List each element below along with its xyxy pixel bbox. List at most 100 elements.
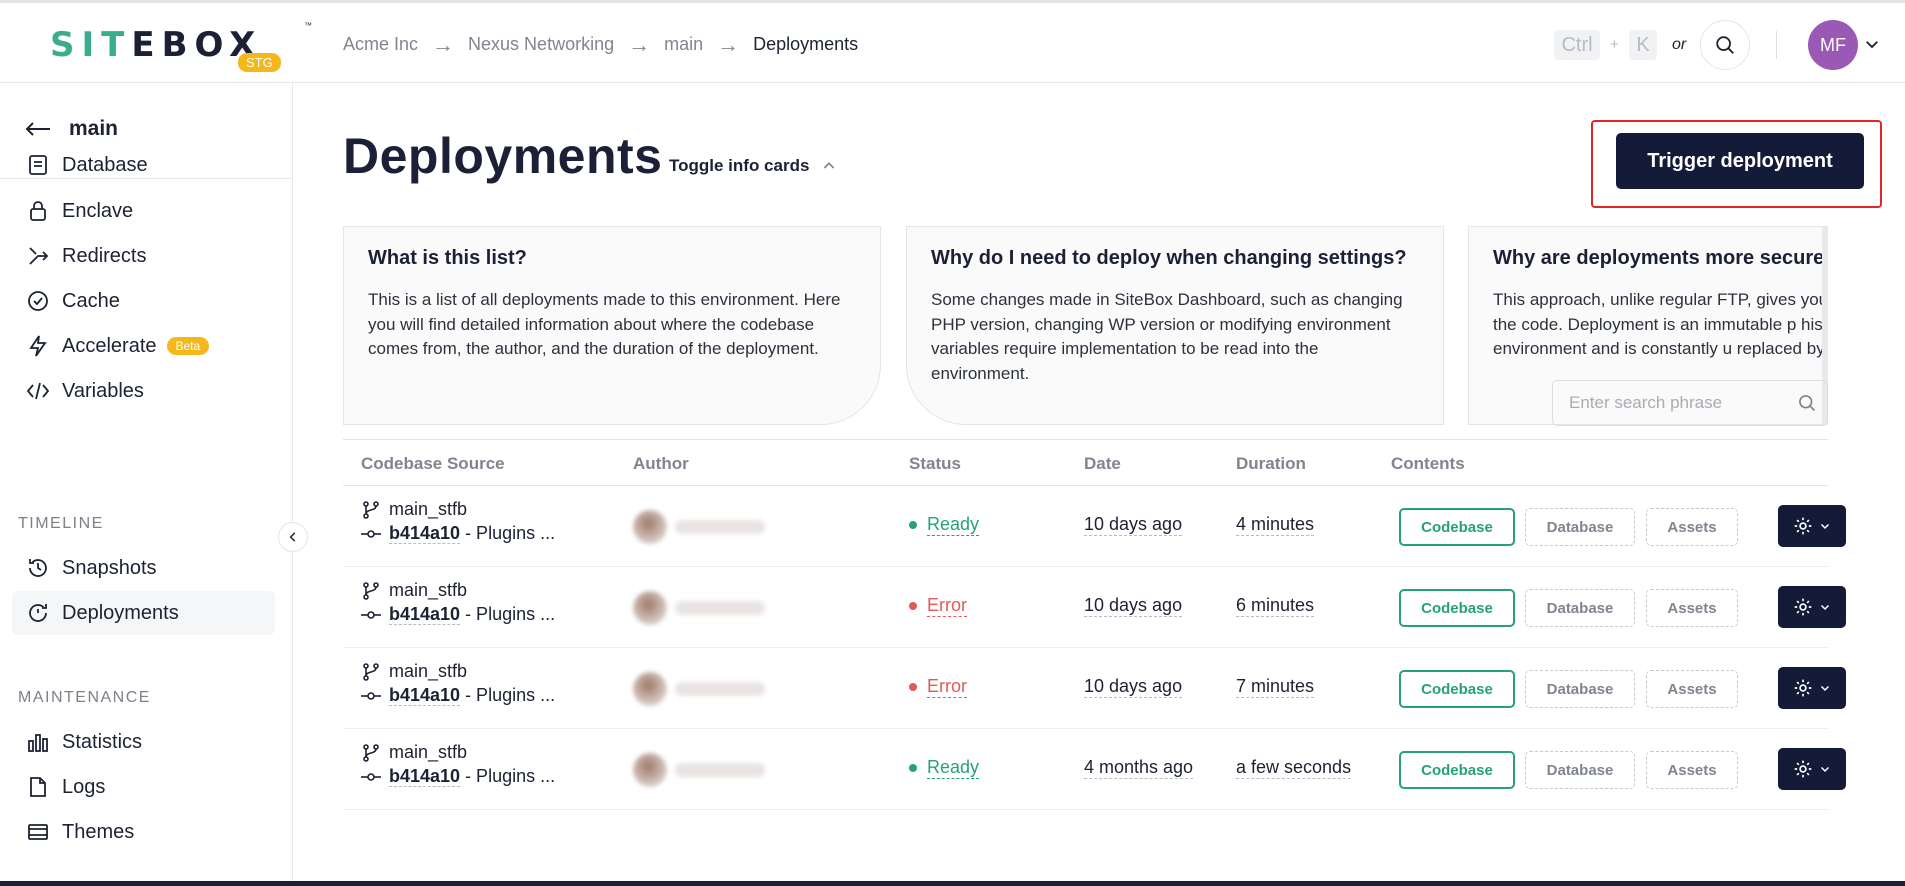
branch-name: main_stfb xyxy=(389,499,468,519)
sidebar-item-snapshots[interactable]: Snapshots xyxy=(12,546,275,590)
table-row: main_stfb b414a10 - Plugins ... Error 10… xyxy=(343,648,1846,729)
status-text: Error xyxy=(927,595,967,617)
commit-message: - Plugins ... xyxy=(460,766,556,786)
shortcut-plus: + xyxy=(1610,36,1619,53)
assets-button[interactable]: Assets xyxy=(1646,670,1738,708)
database-button[interactable]: Database xyxy=(1525,589,1635,627)
branch-name: main_stfb xyxy=(389,742,468,762)
commit-hash: b414a10 xyxy=(389,604,461,625)
sidebar-item-logs[interactable]: Logs xyxy=(12,765,275,809)
sidebar-item-label: Deployments xyxy=(62,601,179,624)
redirect-icon xyxy=(26,244,50,268)
lock-icon xyxy=(26,199,50,223)
deployments-table: Codebase Source Author Status Date Durat… xyxy=(343,439,1846,810)
info-card: Why do I need to deploy when changing se… xyxy=(906,226,1444,425)
duration: 7 minutes xyxy=(1236,676,1315,698)
chevron-down-icon xyxy=(1820,685,1830,692)
assets-button[interactable]: Assets xyxy=(1646,589,1738,627)
top-bar: SITEBOX ™ STG Acme Inc → Nexus Networkin… xyxy=(0,0,1905,83)
search-icon xyxy=(1716,36,1734,54)
card-body: Some changes made in SiteBox Dashboard, … xyxy=(931,290,1403,383)
info-card: What is this list? This is a list of all… xyxy=(343,226,881,425)
assets-button[interactable]: Assets xyxy=(1646,508,1738,546)
branch-icon xyxy=(363,500,379,519)
branch: main_stfb xyxy=(361,580,467,601)
date: 10 days ago xyxy=(1084,595,1183,617)
file-icon xyxy=(26,775,50,799)
breadcrumb-environment[interactable]: main xyxy=(664,34,703,55)
sidebar-item-redirects[interactable]: Redirects xyxy=(12,234,275,278)
search-icon xyxy=(1799,395,1816,412)
codebase-button[interactable]: Codebase xyxy=(1399,670,1515,708)
row-actions-button[interactable] xyxy=(1778,505,1846,547)
status-text: Ready xyxy=(927,757,980,779)
breadcrumb-arrow-icon: → xyxy=(432,31,455,57)
sidebar-item-label: Snapshots xyxy=(62,556,157,579)
commit[interactable]: b414a10 - Plugins ... xyxy=(361,766,555,787)
sidebar-item-label: Cache xyxy=(62,289,120,312)
breadcrumb-project[interactable]: Nexus Networking xyxy=(468,34,614,55)
row-actions-button[interactable] xyxy=(1778,586,1846,628)
codebase-button[interactable]: Codebase xyxy=(1399,589,1515,627)
table-row: main_stfb b414a10 - Plugins ... Error 10… xyxy=(343,567,1846,648)
codebase-button[interactable]: Codebase xyxy=(1399,508,1515,546)
sidebar-item-label: Accelerate xyxy=(62,334,157,357)
branch: main_stfb xyxy=(361,499,467,520)
row-actions-button[interactable] xyxy=(1778,748,1846,790)
date: 10 days ago xyxy=(1084,514,1183,536)
commit-message: - Plugins ... xyxy=(460,523,556,543)
duration: 4 minutes xyxy=(1236,514,1315,536)
sidebar-item-deployments[interactable]: Deployments xyxy=(12,591,275,635)
breadcrumb: Acme Inc → Nexus Networking → main → Dep… xyxy=(343,31,858,57)
back-to-environment[interactable]: main xyxy=(25,117,118,141)
sidebar-item-database[interactable]: Database xyxy=(12,143,275,177)
layers-icon xyxy=(26,820,50,844)
shortcut-key-k: K xyxy=(1629,30,1657,60)
toggle-info-cards[interactable]: Toggle info cards xyxy=(669,156,837,176)
global-search-button[interactable] xyxy=(1700,20,1750,70)
branch-icon xyxy=(363,743,379,762)
commit[interactable]: b414a10 - Plugins ... xyxy=(361,523,555,544)
assets-button[interactable]: Assets xyxy=(1646,751,1738,789)
environment-badge: STG xyxy=(238,53,281,72)
toggle-label: Toggle info cards xyxy=(669,156,810,175)
sidebar-item-label: Database xyxy=(62,154,148,176)
table-header: Codebase Source Author Status Date Durat… xyxy=(343,439,1828,486)
status-dot xyxy=(909,683,917,691)
row-actions-button[interactable] xyxy=(1778,667,1846,709)
column-header: Date xyxy=(1084,454,1121,473)
sidebar-item-label: Redirects xyxy=(62,244,147,267)
section-timeline: TIMELINE xyxy=(18,515,104,532)
trigger-deployment-button[interactable]: Trigger deployment xyxy=(1616,133,1864,189)
sidebar-item-enclave[interactable]: Enclave xyxy=(12,189,275,233)
database-button[interactable]: Database xyxy=(1525,670,1635,708)
commit[interactable]: b414a10 - Plugins ... xyxy=(361,604,555,625)
commit-icon xyxy=(361,529,381,538)
gear-icon xyxy=(1794,679,1812,697)
sidebar-item-themes[interactable]: Themes xyxy=(12,810,275,854)
sidebar-item-statistics[interactable]: Statistics xyxy=(12,720,275,764)
chevron-down-icon[interactable] xyxy=(1863,35,1881,53)
database-button[interactable]: Database xyxy=(1525,508,1635,546)
user-avatar[interactable]: MF xyxy=(1808,20,1858,70)
sidebar-item-cache[interactable]: Cache xyxy=(12,279,275,323)
commit[interactable]: b414a10 - Plugins ... xyxy=(361,685,555,706)
author-name-blurred xyxy=(675,763,765,777)
gear-icon xyxy=(1794,517,1812,535)
search-input[interactable]: Enter search phrase xyxy=(1552,380,1828,426)
date: 10 days ago xyxy=(1084,676,1183,698)
sidebar-item-variables[interactable]: Variables xyxy=(12,369,275,413)
cache-icon xyxy=(26,289,50,313)
commit-hash: b414a10 xyxy=(389,523,461,544)
file-icon xyxy=(26,153,50,177)
search-placeholder: Enter search phrase xyxy=(1569,393,1723,412)
sidebar-item-accelerate[interactable]: Accelerate Beta xyxy=(12,324,275,368)
author-avatar xyxy=(633,672,667,706)
status-text: Ready xyxy=(927,514,980,536)
author-avatar xyxy=(633,510,667,544)
breadcrumb-organization[interactable]: Acme Inc xyxy=(343,34,418,55)
database-button[interactable]: Database xyxy=(1525,751,1635,789)
codebase-button[interactable]: Codebase xyxy=(1399,751,1515,789)
page-title: Deployments xyxy=(343,128,663,184)
sitebox-logo[interactable]: SITEBOX ™ STG xyxy=(50,21,312,72)
